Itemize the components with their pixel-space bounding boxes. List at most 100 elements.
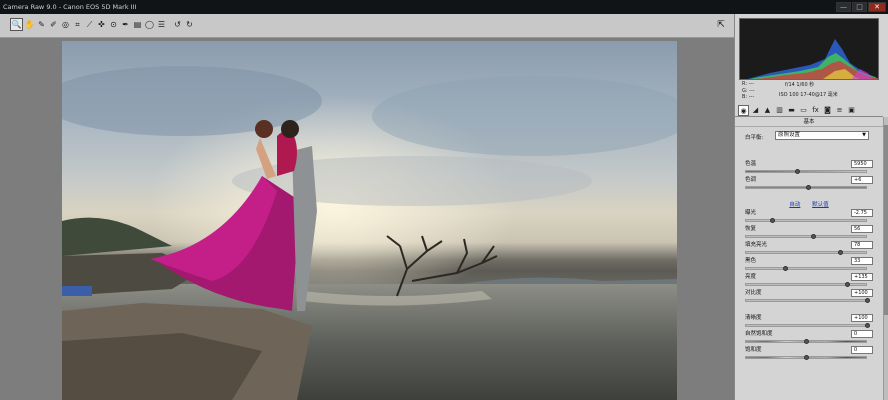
slider-thumb[interactable] xyxy=(838,250,844,255)
slider-track[interactable] xyxy=(745,324,867,327)
radial-filter-icon[interactable]: ◯ xyxy=(144,18,155,31)
slider-label: 清晰度 xyxy=(745,315,762,321)
lens-corrections-tab-icon[interactable]: ▭ xyxy=(798,105,809,116)
graduated-filter-icon[interactable]: ▤ xyxy=(132,18,143,31)
iso-lens: ISO 100 17-40@17 毫米 xyxy=(779,92,838,98)
slider-row: 黑色 33 xyxy=(745,257,873,274)
slider-row: 色调 +6 xyxy=(745,176,873,193)
white-balance-tool-icon[interactable]: ✎ xyxy=(36,18,47,31)
slider-thumb[interactable] xyxy=(804,339,809,344)
tone-curve-tab-icon[interactable]: ◢ xyxy=(750,105,761,116)
slider-label: 饱和度 xyxy=(745,347,762,353)
slider-thumb[interactable] xyxy=(806,185,812,190)
slider-track[interactable] xyxy=(745,299,867,302)
blue-readout: B: --- xyxy=(742,94,755,100)
window-title-bar: Camera Raw 9.0 - Canon EOS 5D Mark III —… xyxy=(0,0,888,14)
split-toning-tab-icon[interactable]: ▬ xyxy=(786,105,797,116)
red-eye-tool-icon[interactable]: ⊙ xyxy=(108,18,119,31)
slider-thumb[interactable] xyxy=(783,266,789,271)
slider-row: 填充亮光 78 xyxy=(745,241,873,258)
zoom-tool-icon[interactable]: 🔍 xyxy=(10,18,23,31)
slider-label: 亮度 xyxy=(745,274,757,280)
slider-track[interactable] xyxy=(745,267,867,270)
rotate-right-icon[interactable]: ↻ xyxy=(184,18,195,31)
slider-thumb[interactable] xyxy=(865,323,870,328)
section-title: 基本 xyxy=(735,117,883,127)
chevron-down-icon: ▼ xyxy=(862,132,866,138)
slider-value-input[interactable]: 33 xyxy=(851,257,873,265)
slider-value-input[interactable]: +100 xyxy=(851,289,873,297)
straighten-tool-icon[interactable]: ⟋ xyxy=(84,18,95,31)
slider-row: 亮度 +135 xyxy=(745,273,873,290)
slider-label: 对比度 xyxy=(745,290,762,296)
detail-tab-icon[interactable]: ▲ xyxy=(762,105,773,116)
aperture-shutter: f/14 1/60 秒 xyxy=(785,82,815,88)
slider-thumb[interactable] xyxy=(865,298,870,303)
slider-label: 曝光 xyxy=(745,210,757,216)
slider-thumb[interactable] xyxy=(795,169,801,174)
hsl-tab-icon[interactable]: ▥ xyxy=(774,105,785,116)
slider-label: 色温 xyxy=(745,161,757,167)
camera-calibration-tab-icon[interactable]: ◙ xyxy=(822,105,833,116)
fullscreen-icon[interactable]: ⇱ xyxy=(714,18,728,31)
slider-value-input[interactable]: +100 xyxy=(851,314,873,322)
slider-track[interactable] xyxy=(745,251,867,254)
slider-value-input[interactable]: -2.75 xyxy=(851,209,873,217)
white-balance-select[interactable]: 原照设置 ▼ xyxy=(775,131,869,140)
slider-row: 色温 5950 xyxy=(745,160,873,177)
slider-row: 恢复 56 xyxy=(745,225,873,242)
slider-label: 填充亮光 xyxy=(745,242,768,248)
maximize-button[interactable]: □ xyxy=(852,2,867,12)
rgb-readout: R: --- G: --- B: --- xyxy=(742,81,755,101)
slider-label: 恢复 xyxy=(745,226,757,232)
auto-default-links: 自动 默认值 xyxy=(735,200,883,208)
basic-tab-icon[interactable]: ◉ xyxy=(738,105,749,116)
default-link[interactable]: 默认值 xyxy=(812,202,829,208)
slider-row: 曝光 -2.75 xyxy=(745,209,873,226)
panel-tabs: ◉ ◢ ▲ ▥ ▬ ▭ fx ◙ ≡ ▣ xyxy=(735,105,883,117)
slider-track[interactable] xyxy=(745,219,867,222)
snapshots-tab-icon[interactable]: ▣ xyxy=(846,105,857,116)
crop-tool-icon[interactable]: ⌗ xyxy=(72,18,83,31)
histogram xyxy=(739,18,879,80)
exif-info: R: --- G: --- B: --- f/14 1/60 秒 ISO 100… xyxy=(739,80,879,102)
tool-group: 🔍 ✋ ✎ ✐ ◎ ⌗ ⟋ ✜ ⊙ ✒ ▤ ◯ ☰ ↺ ↻ xyxy=(10,18,195,31)
presets-tab-icon[interactable]: ≡ xyxy=(834,105,845,116)
color-sampler-tool-icon[interactable]: ✐ xyxy=(48,18,59,31)
slider-thumb[interactable] xyxy=(811,234,817,239)
rotate-left-icon[interactable]: ↺ xyxy=(172,18,183,31)
slider-thumb[interactable] xyxy=(769,218,775,223)
white-balance-label: 白平衡: xyxy=(745,135,764,141)
slider-row: 自然饱和度 0 xyxy=(745,330,873,347)
effects-tab-icon[interactable]: fx xyxy=(810,105,821,116)
slider-value-input[interactable]: 0 xyxy=(851,330,873,338)
slider-track[interactable] xyxy=(745,235,867,238)
adjustment-brush-icon[interactable]: ✒ xyxy=(120,18,131,31)
slider-thumb[interactable] xyxy=(804,355,809,360)
slider-value-input[interactable]: +6 xyxy=(851,176,873,184)
red-readout: R: --- xyxy=(742,81,755,87)
minimize-button[interactable]: — xyxy=(836,2,851,12)
preferences-icon[interactable]: ☰ xyxy=(156,18,167,31)
slider-label: 黑色 xyxy=(745,258,757,264)
targeted-adjustment-tool-icon[interactable]: ◎ xyxy=(60,18,71,31)
slider-row: 饱和度 0 xyxy=(745,346,873,363)
panel-scrollbar[interactable] xyxy=(883,117,888,400)
scrollbar-thumb[interactable] xyxy=(884,125,888,315)
slider-value-input[interactable]: +135 xyxy=(851,273,873,281)
adjustments-panel: R: --- G: --- B: --- f/14 1/60 秒 ISO 100… xyxy=(734,14,888,400)
slider-value-input[interactable]: 56 xyxy=(851,225,873,233)
slider-value-input[interactable]: 0 xyxy=(851,346,873,354)
close-button[interactable]: ✕ xyxy=(868,2,886,12)
auto-link[interactable]: 自动 xyxy=(789,202,800,208)
spot-removal-tool-icon[interactable]: ✜ xyxy=(96,18,107,31)
white-balance-value: 原照设置 xyxy=(778,132,801,138)
slider-value-input[interactable]: 78 xyxy=(851,241,873,249)
slider-row: 清晰度 +100 xyxy=(745,314,873,331)
slider-thumb[interactable] xyxy=(845,282,851,287)
histogram-chart xyxy=(747,39,878,79)
slider-track[interactable] xyxy=(745,170,867,173)
slider-value-input[interactable]: 5950 xyxy=(851,160,873,168)
hand-tool-icon[interactable]: ✋ xyxy=(24,18,35,31)
preview-canvas[interactable] xyxy=(0,38,734,400)
